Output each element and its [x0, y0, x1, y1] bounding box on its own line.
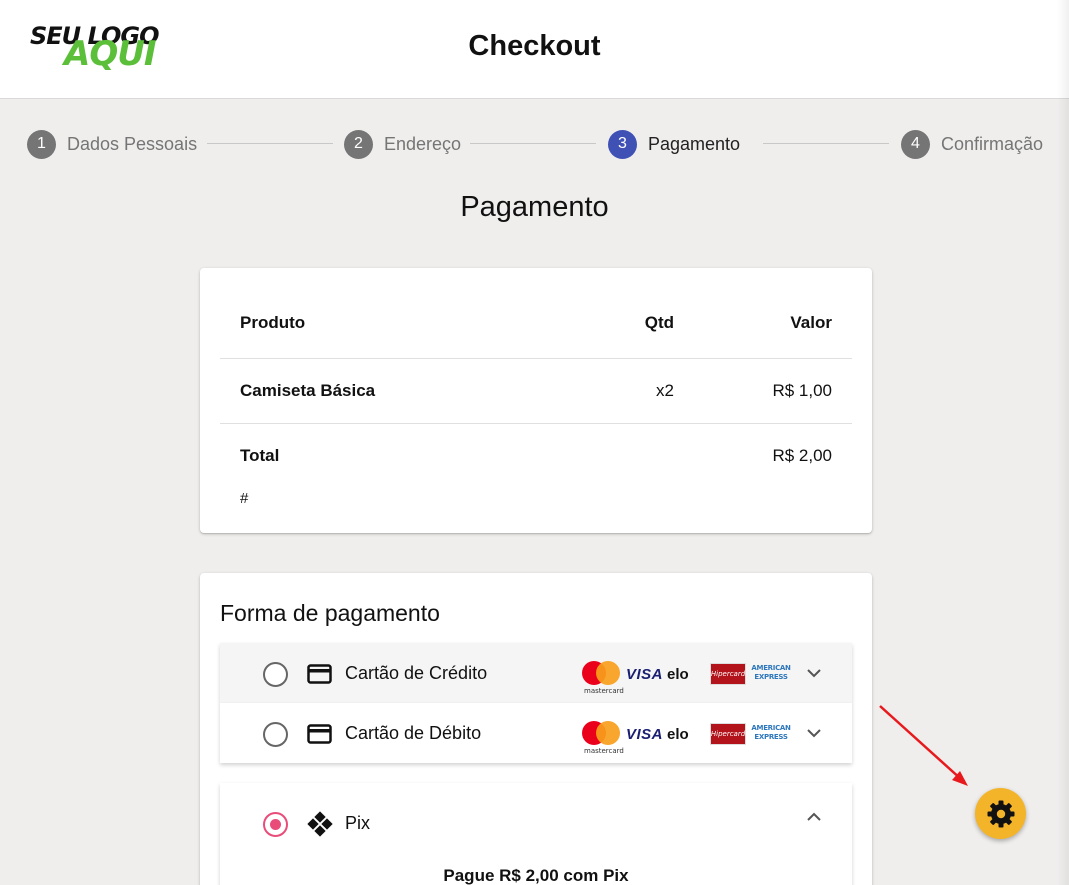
visa-logo: VISA: [626, 666, 664, 683]
item-value: R$ 1,00: [772, 381, 832, 400]
step-number: 2: [344, 129, 373, 159]
credit-card-icon: [307, 664, 332, 684]
chevron-down-icon[interactable]: [806, 667, 822, 679]
payment-option-credit[interactable]: Cartão de Crédito mastercard VISA elo Hi…: [220, 643, 852, 703]
col-valor-header: Valor: [790, 313, 832, 332]
visa-logo: VISA: [626, 726, 664, 743]
step-number: 1: [27, 129, 56, 159]
header-title: Checkout: [468, 30, 601, 62]
credit-card-icon: [307, 724, 332, 744]
col-produto-header: Produto: [240, 313, 306, 332]
hipercard-logo: Hipercard: [710, 663, 746, 685]
chevron-down-icon[interactable]: [806, 727, 822, 739]
total-value: R$ 2,00: [772, 446, 832, 465]
payment-option-pix[interactable]: Pix Pague R$ 2,00 com Pix: [220, 783, 852, 885]
step-label: Pagamento: [648, 133, 741, 154]
order-summary-card: Produto Qtd Valor Camiseta Básica x2 R$ …: [200, 268, 872, 533]
mastercard-logo: [582, 661, 620, 685]
amex-logo: AMERICAN EXPRESS: [750, 664, 792, 684]
amex-logo: AMERICAN EXPRESS: [750, 724, 792, 744]
mastercard-logo: [582, 721, 620, 745]
elo-logo: elo: [667, 666, 689, 683]
amex-line2: EXPRESS: [754, 673, 788, 681]
pix-label: Pix: [345, 813, 371, 833]
credit-label: Cartão de Crédito: [345, 663, 488, 683]
chevron-up-icon[interactable]: [806, 811, 822, 823]
mastercard-text: mastercard: [584, 747, 624, 755]
mastercard-text: mastercard: [584, 687, 624, 695]
pix-amount-note: Pague R$ 2,00 com Pix: [443, 866, 629, 885]
divider: [220, 423, 852, 424]
payment-method-card: Forma de pagamento Cartão de Crédito mas…: [200, 573, 872, 885]
step-endereco[interactable]: 2 Endereço: [344, 129, 461, 159]
col-qtd-header: Qtd: [644, 313, 674, 332]
step-number: 4: [901, 129, 930, 159]
step-connector: [207, 143, 333, 144]
gear-icon: [987, 800, 1014, 827]
pix-radio[interactable]: [263, 812, 288, 837]
red-arrow-annotation: [879, 705, 968, 786]
pix-icon: [307, 811, 333, 837]
divider: [220, 358, 852, 359]
item-product: Camiseta Básica: [240, 381, 376, 400]
step-label: Endereço: [384, 133, 462, 154]
debit-label: Cartão de Débito: [345, 723, 482, 743]
elo-logo: elo: [667, 726, 689, 743]
header: SEU LOGO AQUI Checkout: [0, 0, 1069, 99]
card-brands: mastercard VISA elo Hipercard AMERICAN E…: [582, 661, 794, 695]
amex-line2: EXPRESS: [754, 733, 788, 741]
step-label: Dados Pessoais: [67, 133, 198, 154]
item-qty: x2: [656, 381, 674, 400]
credit-radio[interactable]: [263, 662, 288, 687]
checkout-stepper: 1 Dados Pessoais 2 Endereço 3 Pagamento …: [0, 127, 1069, 161]
step-connector: [763, 143, 889, 144]
payment-title: Forma de pagamento: [220, 600, 440, 626]
amex-line1: AMERICAN: [751, 724, 791, 732]
step-number: 3: [608, 129, 637, 159]
total-label: Total: [240, 446, 280, 465]
debit-radio[interactable]: [263, 722, 288, 747]
payment-option-debit[interactable]: Cartão de Débito mastercard VISA elo Hip…: [220, 703, 852, 763]
step-pagamento[interactable]: 3 Pagamento: [608, 129, 740, 159]
step-dados-pessoais[interactable]: 1 Dados Pessoais: [27, 129, 197, 159]
settings-button[interactable]: [975, 788, 1026, 839]
amex-line1: AMERICAN: [751, 664, 791, 672]
hash-text: #: [240, 490, 249, 507]
hipercard-logo: Hipercard: [710, 723, 746, 745]
page-title: Pagamento: [460, 191, 609, 223]
step-label: Confirmação: [941, 133, 1044, 154]
step-confirmacao[interactable]: 4 Confirmação: [901, 129, 1043, 159]
card-brands: mastercard VISA elo Hipercard AMERICAN E…: [582, 721, 794, 755]
step-connector: [470, 143, 596, 144]
